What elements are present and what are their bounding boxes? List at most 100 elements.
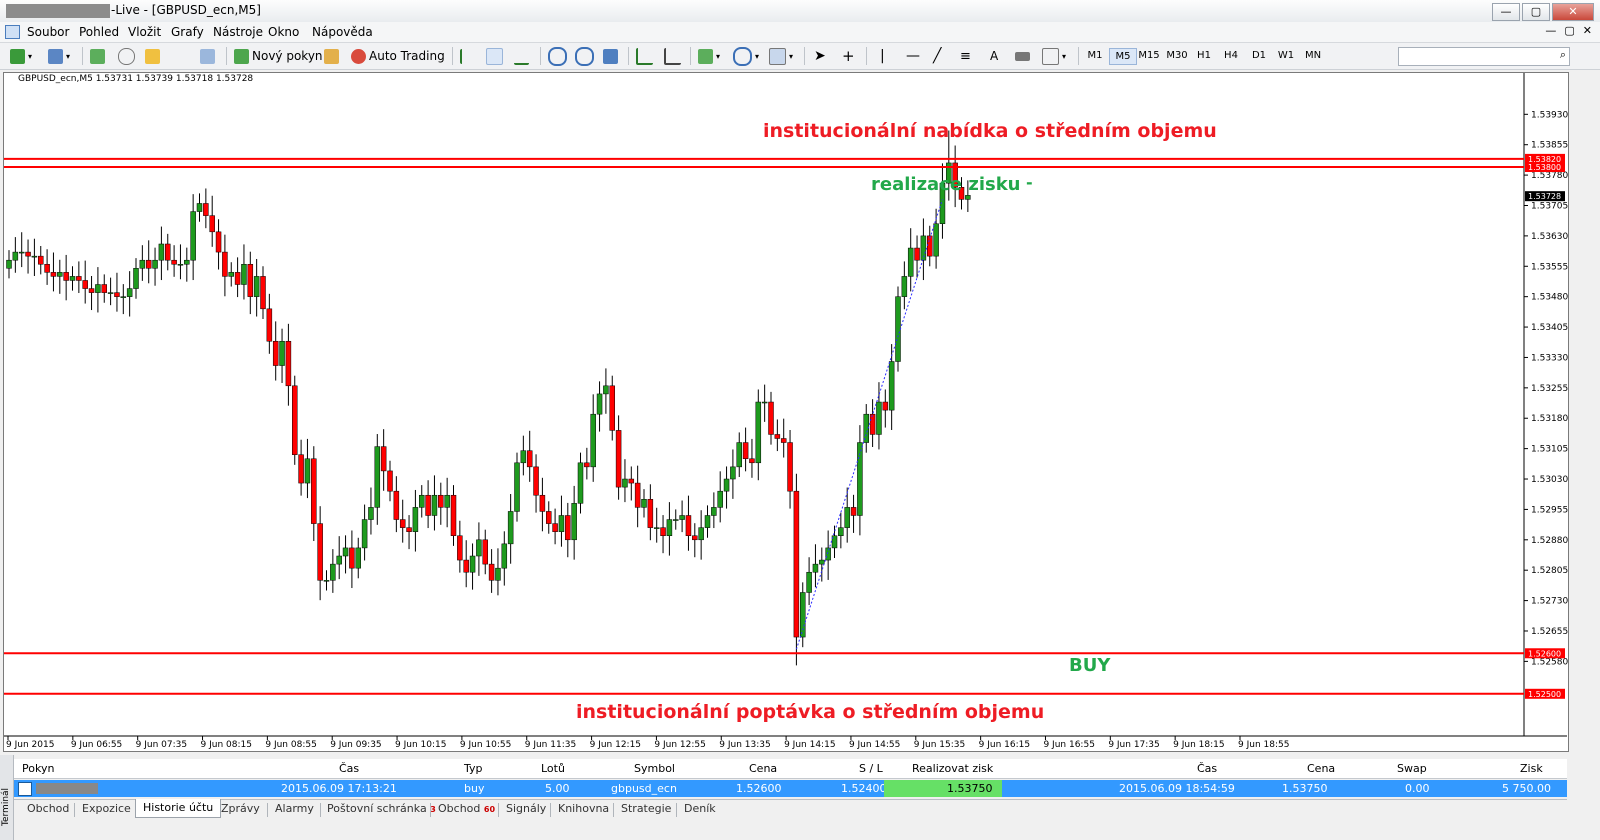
tab-obchod-market[interactable]: Obchod 60: [438, 802, 495, 815]
col-cena[interactable]: Cena: [749, 762, 777, 775]
profiles-icon[interactable]: [48, 48, 63, 64]
chart-info: GBPUSD_ecn,M5 1.53731 1.53739 1.53718 1.…: [18, 74, 254, 84]
col-symbol[interactable]: Symbol: [634, 762, 675, 775]
col-sl[interactable]: S / L: [859, 762, 883, 775]
minimize-button[interactable]: —: [1492, 3, 1520, 21]
cell-sl: 1.52400: [841, 782, 887, 795]
auto-trading-icon: [351, 48, 366, 64]
tf-m5[interactable]: M5: [1109, 48, 1137, 65]
tab-signaly[interactable]: Signály: [506, 802, 546, 815]
tab-postovni-label: Poštovní schránka: [327, 802, 427, 815]
favorites-icon[interactable]: [145, 48, 160, 64]
menu-soubor[interactable]: Soubor: [27, 25, 69, 39]
auto-trading-button[interactable]: Auto Trading: [351, 47, 445, 65]
menu-grafy[interactable]: Grafy: [171, 25, 204, 39]
cursor-icon[interactable]: ➤: [814, 47, 826, 65]
tab-denik[interactable]: Deník: [684, 802, 716, 815]
maximize-button[interactable]: ▢: [1522, 3, 1550, 21]
terminal-header: Pokyn Čas Typ Lotů Symbol Cena S / L Rea…: [14, 759, 1567, 779]
tf-w1[interactable]: W1: [1273, 48, 1299, 63]
zoom-in-icon[interactable]: [548, 46, 567, 66]
arrows-icon[interactable]: [1042, 47, 1059, 65]
tester-icon[interactable]: [200, 48, 215, 64]
tf-d1[interactable]: D1: [1246, 48, 1272, 63]
redacted-order-id: [36, 783, 98, 794]
candles-icon[interactable]: [486, 47, 503, 65]
col-cas[interactable]: Čas: [339, 762, 359, 775]
tf-h4[interactable]: H4: [1218, 48, 1244, 63]
expert-icon[interactable]: [324, 48, 339, 64]
col-typ[interactable]: Typ: [464, 762, 483, 775]
cell-tp: 1.53750: [947, 782, 993, 795]
vline-icon[interactable]: |: [880, 47, 885, 65]
tab-obchod[interactable]: Obchod: [27, 802, 69, 815]
tf-m1[interactable]: M1: [1082, 48, 1108, 63]
label-icon[interactable]: [1015, 51, 1030, 61]
terminal-side-tab[interactable]: Terminál: [0, 755, 14, 840]
tab-historie-uctu[interactable]: Historie účtu: [135, 799, 222, 818]
autoscroll-icon[interactable]: [636, 47, 653, 65]
col-cena-close[interactable]: Cena: [1307, 762, 1335, 775]
cell-type: buy: [464, 782, 485, 795]
tab-postovni-schranka[interactable]: Poštovní schránka 3: [327, 802, 436, 815]
tf-m30[interactable]: M30: [1164, 48, 1190, 63]
col-tp[interactable]: Realizovat zisk: [912, 762, 993, 775]
tile-icon[interactable]: [603, 48, 618, 64]
menu-vlozit[interactable]: Vložit: [128, 25, 161, 39]
zoom-out-icon[interactable]: [575, 46, 594, 66]
bar-chart-icon[interactable]: [460, 48, 477, 64]
market-watch-icon[interactable]: [90, 48, 105, 64]
templates-icon[interactable]: [769, 47, 786, 65]
tf-h1[interactable]: H1: [1191, 48, 1217, 63]
tf-m15[interactable]: M15: [1136, 48, 1162, 63]
window-title: -Live - [GBPUSD_ecn,M5]: [111, 3, 261, 17]
channel-icon[interactable]: ≡: [960, 47, 971, 65]
text-icon[interactable]: A: [990, 47, 998, 65]
mdi-minimize-button[interactable]: —: [1545, 24, 1556, 37]
terminal-side-label: Terminál: [1, 787, 11, 826]
search-icon[interactable]: ⌕: [1560, 48, 1566, 62]
col-swap[interactable]: Swap: [1397, 762, 1427, 775]
crosshair-icon[interactable]: +: [842, 47, 855, 65]
tab-strategie[interactable]: Strategie: [621, 802, 671, 815]
chart-window[interactable]: [3, 72, 1569, 752]
line-chart-icon[interactable]: [514, 48, 529, 65]
close-button[interactable]: ✕: [1552, 3, 1594, 21]
chart-shift-icon[interactable]: [664, 47, 681, 65]
col-cas-close[interactable]: Čas: [1197, 762, 1217, 775]
tab-knihovna[interactable]: Knihovna: [558, 802, 609, 815]
tf-mn[interactable]: MN: [1300, 48, 1326, 63]
col-lotu[interactable]: Lotů: [541, 762, 565, 775]
navigator-icon[interactable]: [118, 47, 135, 65]
terminal-tabs: Obchod Expozice Historie účtu Zprávy Ala…: [14, 799, 1567, 820]
new-order-icon: [234, 48, 249, 64]
tab-obchod-market-label: Obchod: [438, 802, 481, 815]
menu-okno[interactable]: Okno: [268, 25, 299, 39]
new-chart-icon[interactable]: [10, 48, 25, 64]
tab-zpravy[interactable]: Zprávy: [221, 802, 260, 815]
indicators-icon[interactable]: [698, 48, 713, 64]
mdi-restore-button[interactable]: ▢: [1564, 24, 1574, 37]
trendline-icon[interactable]: ╱: [933, 47, 941, 65]
title-bar: -Live - [GBPUSD_ecn,M5] — ▢ ✕: [0, 0, 1600, 23]
order-icon: [18, 782, 32, 796]
menu-pohled[interactable]: Pohled: [79, 25, 119, 39]
table-row[interactable]: 2015.06.09 17:13:21 buy 5.00 gbpusd_ecn …: [14, 780, 1567, 797]
col-pokyn[interactable]: Pokyn: [22, 762, 54, 775]
hline-icon[interactable]: —: [906, 47, 920, 65]
menu-napoveda[interactable]: Nápověda: [312, 25, 373, 39]
tab-alarmy[interactable]: Alarmy: [275, 802, 314, 815]
periods-icon[interactable]: [733, 46, 752, 66]
search-input[interactable]: ⌕: [1398, 47, 1570, 66]
app-icon: [5, 25, 20, 39]
tab-expozice[interactable]: Expozice: [82, 802, 131, 815]
mdi-close-button[interactable]: ✕: [1583, 24, 1592, 37]
cell-price-open: 1.52600: [736, 782, 782, 795]
col-zisk[interactable]: Zisk: [1520, 762, 1543, 775]
cell-symbol: gbpusd_ecn: [611, 782, 677, 795]
menu-nastroje[interactable]: Nástroje: [213, 25, 263, 39]
market-badge: 60: [483, 805, 496, 814]
new-order-button[interactable]: Nový pokyn: [234, 47, 323, 65]
menu-bar: Soubor Pohled Vložit Grafy Nástroje Okno…: [0, 22, 1600, 43]
cell-price-close: 1.53750: [1282, 782, 1328, 795]
